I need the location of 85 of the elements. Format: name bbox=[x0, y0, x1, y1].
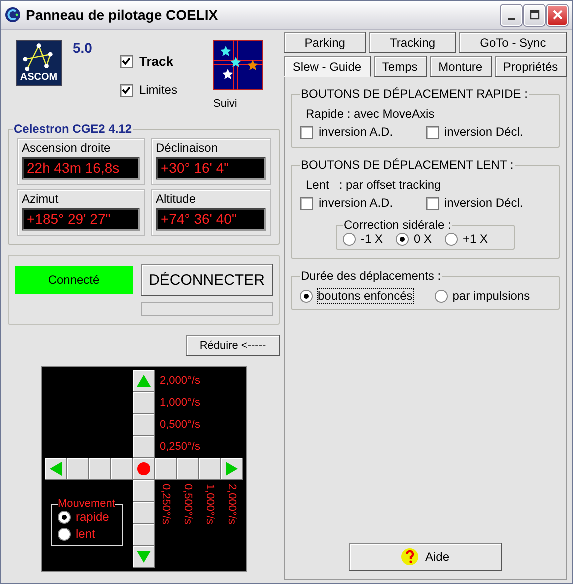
coordinate-display: +185° 29' 27" bbox=[22, 208, 140, 231]
tab[interactable]: Slew - Guide bbox=[284, 56, 371, 77]
ascom-logo: ASCOM bbox=[16, 40, 62, 86]
radio-button[interactable]: lent bbox=[58, 527, 116, 541]
section-title: BOUTONS DE DÉPLACEMENT RAPIDE : bbox=[300, 87, 529, 101]
section-title: Durée des déplacements : bbox=[300, 269, 442, 283]
window-title: Panneau de pilotage COELIX bbox=[26, 7, 220, 23]
star-map-icon bbox=[213, 40, 264, 90]
speed-label: 2,000°/s bbox=[159, 375, 202, 387]
checkbox[interactable]: inversion A.D. bbox=[300, 196, 426, 210]
stop-dot-icon bbox=[137, 462, 151, 476]
help-button[interactable]: Aide bbox=[349, 543, 502, 571]
check-icon bbox=[122, 57, 132, 66]
checkbox[interactable]: inversion A.D. bbox=[300, 125, 426, 139]
disconnect-button[interactable]: DÉCONNECTER bbox=[141, 264, 273, 296]
checkbox[interactable]: Track bbox=[120, 54, 178, 69]
speed-step-button[interactable] bbox=[133, 436, 155, 458]
radio-button[interactable]: boutons enfoncés bbox=[300, 289, 413, 303]
maximize-icon bbox=[530, 10, 540, 20]
up-triangle-icon bbox=[137, 375, 151, 387]
speed-label: 0,250°/s bbox=[160, 483, 172, 526]
radio-button[interactable]: -1 X bbox=[343, 232, 384, 246]
radio-button[interactable]: par impulsions bbox=[434, 289, 530, 303]
speed-label: 2,000°/s bbox=[226, 483, 238, 526]
down-arrow-button[interactable] bbox=[133, 546, 155, 568]
connection-status: Connecté bbox=[15, 266, 133, 294]
tab[interactable]: Tracking bbox=[369, 32, 456, 53]
mount-title: Celestron CGE2 4.12 bbox=[13, 122, 134, 136]
tab[interactable]: GoTo - Sync bbox=[459, 32, 567, 53]
close-icon bbox=[552, 10, 562, 20]
speed-step-button[interactable] bbox=[199, 458, 221, 480]
speed-step-button[interactable] bbox=[67, 458, 89, 480]
checkbox[interactable]: inversion Décl. bbox=[426, 125, 551, 139]
radio-button[interactable]: +1 X bbox=[444, 232, 488, 246]
speed-label: 1,000°/s bbox=[204, 483, 216, 526]
tracking-label: Suivi bbox=[213, 98, 238, 110]
minimize-icon bbox=[508, 18, 515, 20]
question-mark-icon bbox=[401, 548, 420, 566]
coordinate-display: +30° 16' 4" bbox=[156, 157, 266, 180]
checkbox[interactable]: inversion Décl. bbox=[426, 196, 551, 210]
tab[interactable]: Temps bbox=[374, 56, 427, 77]
radio-button[interactable]: 0 X bbox=[396, 232, 432, 246]
stop-button[interactable] bbox=[133, 458, 155, 480]
speed-step-button[interactable] bbox=[133, 502, 155, 524]
mode-note: Lent : par offset tracking bbox=[305, 177, 442, 194]
coordinate-label: Ascension droite bbox=[22, 141, 112, 155]
movement-title: Mouvement bbox=[58, 498, 116, 510]
coordinate-display: 22h 43m 16,8s bbox=[22, 157, 140, 180]
coordinate-label: Altitude bbox=[156, 192, 198, 206]
maximize-button[interactable] bbox=[524, 4, 545, 26]
minimize-button[interactable] bbox=[501, 4, 522, 26]
checkbox[interactable]: Limites bbox=[120, 83, 178, 97]
speed-step-button[interactable] bbox=[89, 458, 111, 480]
speed-step-button[interactable] bbox=[133, 480, 155, 502]
radio-button[interactable]: rapide bbox=[58, 510, 116, 524]
coordinate-label: Déclinaison bbox=[156, 141, 220, 155]
left-arrow-button[interactable] bbox=[45, 458, 67, 480]
speed-step-button[interactable] bbox=[133, 524, 155, 546]
speed-step-button[interactable] bbox=[155, 458, 177, 480]
check-icon bbox=[122, 86, 132, 94]
up-arrow-button[interactable] bbox=[133, 370, 155, 392]
speed-step-button[interactable] bbox=[177, 458, 199, 480]
app-icon bbox=[5, 7, 21, 23]
speed-label: 0,500°/s bbox=[182, 483, 194, 526]
collapse-button[interactable]: Réduire <----- bbox=[186, 335, 280, 356]
speed-step-button[interactable] bbox=[133, 392, 155, 414]
close-button[interactable] bbox=[547, 4, 568, 26]
speed-label: 0,250°/s bbox=[159, 441, 202, 453]
version-label: 5.0 bbox=[73, 40, 92, 56]
coordinate-display: +74° 36' 40" bbox=[156, 208, 266, 231]
left-triangle-icon bbox=[50, 462, 62, 476]
coordinate-label: Azimut bbox=[22, 192, 60, 206]
speed-step-button[interactable] bbox=[133, 414, 155, 436]
speed-label: 1,000°/s bbox=[159, 397, 202, 409]
right-arrow-button[interactable] bbox=[221, 458, 243, 480]
mode-note: Rapide : avec MoveAxis bbox=[305, 106, 436, 123]
speed-step-button[interactable] bbox=[111, 458, 133, 480]
section-title: BOUTONS DE DÉPLACEMENT LENT : bbox=[300, 158, 515, 172]
tab[interactable]: Propriétés bbox=[494, 56, 568, 77]
speed-label: 0,500°/s bbox=[159, 419, 202, 431]
tab[interactable]: Parking bbox=[284, 32, 366, 53]
down-triangle-icon bbox=[137, 551, 151, 563]
right-triangle-icon bbox=[226, 462, 238, 476]
section-title: Correction sidérale : bbox=[343, 218, 452, 232]
tab[interactable]: Monture bbox=[430, 56, 492, 77]
